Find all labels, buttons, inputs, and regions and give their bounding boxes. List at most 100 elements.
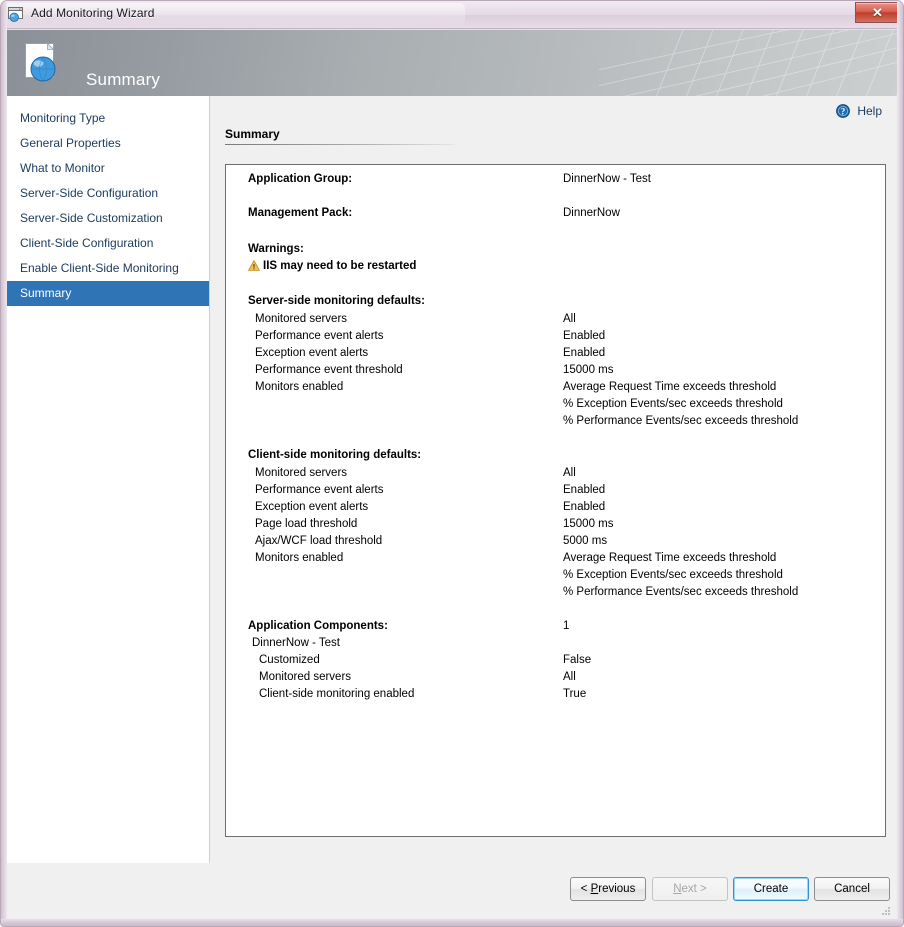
next-accelerator: N	[673, 883, 681, 895]
summary-row-label: Performance event alerts	[255, 330, 383, 342]
summary-row-label: Monitored servers	[255, 313, 347, 325]
window-globe-icon	[8, 6, 26, 23]
sidebar-item-server-side-customization[interactable]: Server-Side Customization	[7, 206, 209, 231]
summary-row: Monitors enabled Average Request Time exc…	[226, 552, 885, 569]
previous-suffix: revious	[598, 883, 635, 895]
summary-row: Management Pack:DinnerNow	[226, 207, 885, 224]
page-globe-icon	[23, 41, 69, 87]
sidebar-item-monitoring-type[interactable]: Monitoring Type	[7, 106, 209, 131]
sidebar-item-label: What to Monitor	[20, 161, 105, 175]
sidebar-item-summary[interactable]: Summary	[7, 281, 209, 306]
warning-triangle-icon	[248, 260, 260, 271]
summary-row-label: Monitored servers	[259, 671, 351, 683]
summary-row: Client-side monitoring enabled True	[226, 688, 885, 705]
sidebar-item-label: General Properties	[20, 136, 121, 150]
summary-row-value: 5000 ms	[563, 535, 607, 547]
next-button[interactable]: Next >	[652, 877, 728, 901]
summary-row-value: % Exception Events/sec exceeds threshold	[563, 569, 783, 581]
sidebar-item-label: Server-Side Configuration	[20, 186, 158, 200]
cancel-button[interactable]: Cancel	[814, 877, 890, 901]
summary-row-label: Monitored servers	[255, 467, 347, 479]
summary-row: DinnerNow - Test	[226, 637, 885, 654]
summary-row: Exception event alerts Enabled	[226, 347, 885, 364]
summary-row-label: Server-side monitoring defaults:	[248, 295, 425, 307]
summary-row-label: Performance event threshold	[255, 364, 403, 376]
summary-row-label: Client-side monitoring defaults:	[248, 449, 421, 461]
summary-row: Exception event alerts Enabled	[226, 501, 885, 518]
summary-row-label: Page load threshold	[255, 518, 357, 530]
summary-row-value: 15000 ms	[563, 518, 614, 530]
summary-row-label: Monitors enabled	[255, 552, 343, 564]
summary-row-label: Performance event alerts	[255, 484, 383, 496]
close-icon: ✕	[856, 5, 899, 21]
summary-row-label: Ajax/WCF load threshold	[255, 535, 382, 547]
summary-row-value: All	[563, 467, 576, 479]
summary-row-value: Enabled	[563, 347, 605, 359]
summary-row-label: Management Pack:	[248, 207, 352, 219]
summary-row: % Exception Events/sec exceeds threshold	[226, 398, 885, 415]
sidebar-item-enable-client-side-monitoring[interactable]: Enable Client-Side Monitoring	[7, 256, 209, 281]
previous-prefix: <	[581, 883, 591, 895]
summary-row: Ajax/WCF load threshold 5000 ms	[226, 535, 885, 552]
sidebar-item-label: Summary	[20, 286, 71, 300]
summary-row: Application Components: 1	[226, 620, 885, 637]
help-link[interactable]: ? Help	[836, 104, 882, 118]
banner-title: Summary	[86, 70, 160, 90]
section-divider	[225, 144, 455, 145]
summary-row-label: DinnerNow - Test	[252, 637, 340, 649]
summary-row-value: Enabled	[563, 484, 605, 496]
create-button[interactable]: Create	[733, 877, 809, 901]
summary-row-value: DinnerNow - Test	[563, 173, 651, 185]
summary-row-label: Application Components:	[248, 620, 388, 632]
summary-row-value: 15000 ms	[563, 364, 614, 376]
summary-row-value: All	[563, 671, 576, 683]
window-border-right	[897, 1, 903, 926]
summary-row: % Performance Events/sec exceeds thresho…	[226, 586, 885, 603]
summary-row: % Performance Events/sec exceeds thresho…	[226, 415, 885, 432]
button-bar: < Previous Next > Create Cancel	[7, 863, 899, 921]
summary-row-value: Average Request Time exceeds threshold	[563, 552, 776, 564]
sidebar-item-server-side-configuration[interactable]: Server-Side Configuration	[7, 181, 209, 206]
summary-row: Application Group: DinnerNow - Test	[226, 173, 885, 190]
summary-row: Performance event threshold 15000 ms	[226, 364, 885, 381]
summary-row-value: True	[563, 688, 586, 700]
resize-grip-icon	[880, 905, 891, 916]
summary-row-label: Exception event alerts	[255, 501, 368, 513]
summary-row-label: Monitors enabled	[255, 381, 343, 393]
previous-button[interactable]: < Previous	[570, 877, 646, 901]
summary-row-value: Average Request Time exceeds threshold	[563, 381, 776, 393]
title-bar: Add Monitoring Wizard ✕	[1, 1, 904, 29]
content-pane: ? Help Summary Application Group: DinnerN…	[211, 96, 899, 920]
window-border-left	[1, 1, 7, 926]
summary-row-label: IIS may need to be restarted	[248, 260, 416, 272]
summary-row: Performance event alerts Enabled	[226, 484, 885, 501]
summary-row: Monitored servers All	[226, 467, 885, 484]
summary-row-value: Enabled	[563, 501, 605, 513]
summary-row-label: Application Group:	[248, 173, 352, 185]
summary-row: IIS may need to be restarted	[226, 260, 885, 277]
wizard-step-sidebar: Monitoring Type General Properties What …	[7, 96, 210, 863]
summary-row-label: Client-side monitoring enabled	[259, 688, 414, 700]
page-title: Summary	[225, 127, 280, 141]
summary-row: Client-side monitoring defaults:	[226, 449, 885, 466]
banner-mesh-decoration	[599, 30, 899, 96]
wizard-window: Add Monitoring Wizard ✕	[0, 0, 904, 927]
summary-row: Monitored servers All	[226, 671, 885, 688]
sidebar-item-client-side-configuration[interactable]: Client-Side Configuration	[7, 231, 209, 256]
sidebar-item-what-to-monitor[interactable]: What to Monitor	[7, 156, 209, 181]
dialog-body: Monitoring Type General Properties What …	[7, 96, 899, 921]
close-button[interactable]: ✕	[855, 2, 900, 23]
summary-row-value: 1	[563, 620, 569, 632]
sidebar-item-label: Client-Side Configuration	[20, 236, 153, 250]
summary-row-label: Warnings:	[248, 243, 304, 255]
sidebar-item-label: Monitoring Type	[20, 111, 105, 125]
sidebar-item-general-properties[interactable]: General Properties	[7, 131, 209, 156]
summary-row-value: Enabled	[563, 330, 605, 342]
summary-row-value: % Performance Events/sec exceeds thresho…	[563, 415, 798, 427]
summary-row: Warnings:	[226, 243, 885, 260]
summary-row-value: All	[563, 313, 576, 325]
summary-row-value: False	[563, 654, 591, 666]
question-circle-icon: ?	[836, 104, 850, 118]
summary-row-label: Exception event alerts	[255, 347, 368, 359]
summary-row-value: % Performance Events/sec exceeds thresho…	[563, 586, 798, 598]
